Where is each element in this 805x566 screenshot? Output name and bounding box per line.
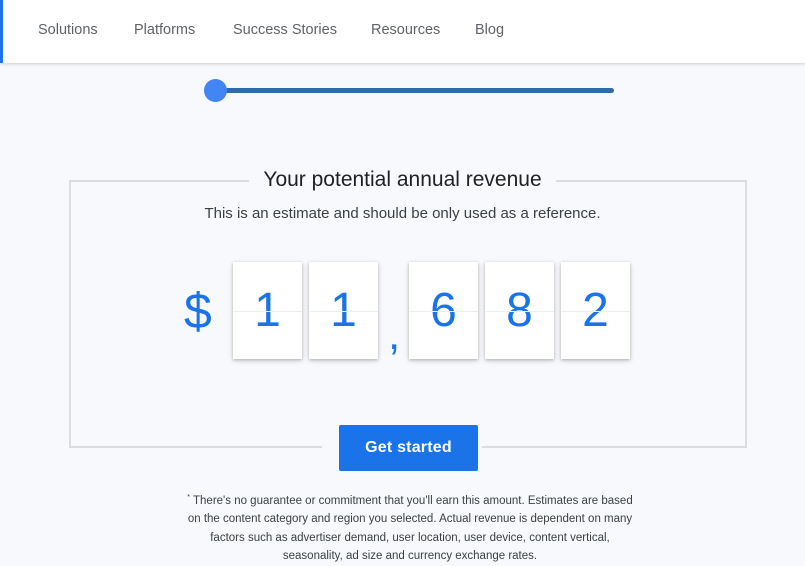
top-nav: Solutions Platforms Success Stories Reso… [0, 0, 805, 63]
counter-digit: 1 [233, 262, 302, 359]
disclaimer: * There's no guarantee or commitment tha… [180, 489, 640, 566]
nav-item-solutions[interactable]: Solutions [38, 22, 98, 38]
nav-item-blog[interactable]: Blog [475, 22, 504, 38]
disclaimer-mark: * [187, 494, 191, 501]
currency-symbol: $ [184, 283, 212, 339]
disclaimer-text: There's no guarantee or commitment that … [187, 494, 633, 563]
estimate-title: Your potential annual revenue [249, 168, 556, 191]
estimate-title-wrap: Your potential annual revenue [0, 168, 805, 192]
counter-digit: 8 [485, 262, 554, 359]
slider-thumb[interactable] [204, 79, 227, 102]
nav-item-success-stories[interactable]: Success Stories [233, 22, 337, 38]
nav-active-indicator [0, 0, 3, 63]
nav-item-platforms[interactable]: Platforms [134, 22, 195, 38]
get-started-button[interactable]: Get started [339, 425, 478, 471]
counter-digit: 6 [409, 262, 478, 359]
nav-item-resources[interactable]: Resources [371, 22, 440, 38]
slider-track[interactable] [216, 88, 614, 93]
thousands-separator: , [388, 310, 401, 359]
counter-digit: 1 [309, 262, 378, 359]
estimate-subtitle: This is an estimate and should be only u… [204, 205, 601, 222]
counter-digit: 2 [561, 262, 630, 359]
